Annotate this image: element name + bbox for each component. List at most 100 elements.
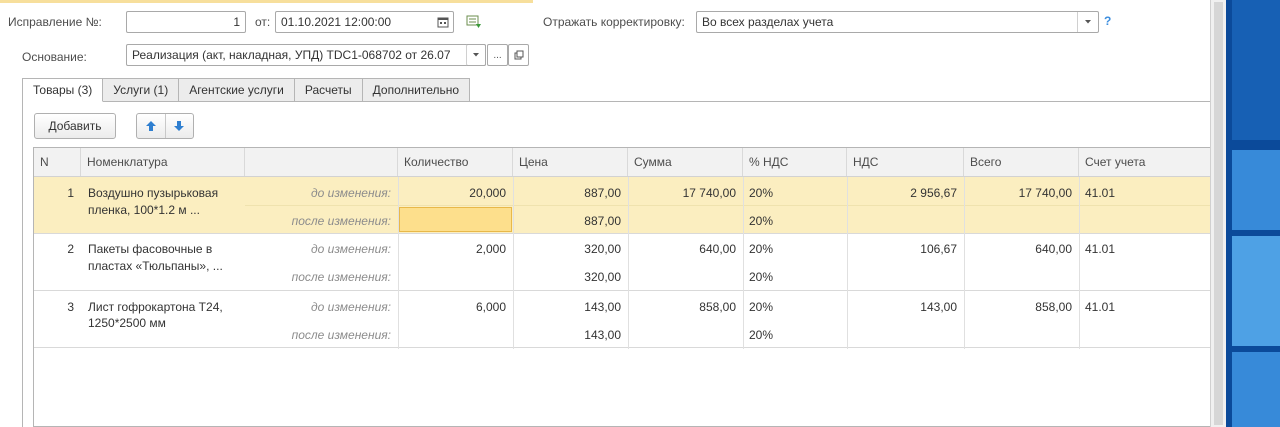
wallpaper-pane — [1232, 236, 1280, 346]
vat-before: 143,00 — [920, 300, 957, 314]
table-header: N Номенклатура Количество Цена Сумма % Н… — [34, 148, 1210, 177]
col-sum[interactable]: Сумма — [628, 148, 743, 176]
after-label: после изменения: — [291, 328, 391, 342]
total-before: 640,00 — [1035, 242, 1072, 256]
column-separator — [1079, 177, 1080, 349]
col-total[interactable]: Всего — [964, 148, 1079, 176]
col-account[interactable]: Счет учета — [1079, 148, 1210, 176]
row-number: 3 — [67, 300, 74, 314]
goods-table: N Номенклатура Количество Цена Сумма % Н… — [33, 147, 1210, 427]
reflect-correction-select[interactable]: Во всех разделах учета — [696, 11, 1099, 33]
vat-before: 106,67 — [920, 242, 957, 256]
wallpaper-pane — [1232, 150, 1280, 230]
qty-before: 20,000 — [469, 186, 506, 200]
sum-before: 640,00 — [699, 242, 736, 256]
after-label: после изменения: — [291, 214, 391, 228]
basis-value: Реализация (акт, накладная, УПД) TDC1-06… — [132, 48, 451, 62]
column-separator — [743, 177, 744, 349]
reflect-correction-value: Во всех разделах учета — [702, 15, 834, 29]
vat-rate-after: 20% — [749, 328, 774, 342]
table-row[interactable]: 2 Пакеты фасовочные в пластах «Тюльпаны»… — [34, 234, 1210, 291]
add-button[interactable]: Добавить — [34, 113, 116, 139]
tab-services[interactable]: Услуги (1) — [103, 78, 180, 102]
row-inner-divider — [245, 205, 1210, 206]
arrow-up-icon[interactable] — [137, 114, 166, 138]
total-before: 17 740,00 — [1018, 186, 1072, 200]
qty-before: 6,000 — [475, 300, 506, 314]
col-price[interactable]: Цена — [513, 148, 628, 176]
date-from-label: от: — [255, 15, 271, 29]
basis-label: Основание: — [22, 50, 87, 64]
total-before: 858,00 — [1035, 300, 1072, 314]
col-vat-rate[interactable]: % НДС — [743, 148, 847, 176]
table-row[interactable]: 1 Воздушно пузырьковая пленка, 100*1.2 м… — [34, 177, 1210, 234]
document-status-icon[interactable] — [466, 15, 482, 29]
tab-goods[interactable]: Товары (3) — [22, 78, 104, 102]
row-name-line1: Пакеты фасовочные в — [88, 242, 213, 256]
row-name-line2: 1250*2500 мм — [88, 316, 166, 330]
vertical-scrollbar[interactable] — [1210, 0, 1226, 427]
price-after: 143,00 — [584, 328, 621, 342]
move-buttons — [136, 113, 194, 139]
column-separator — [628, 177, 629, 349]
before-label: до изменения: — [311, 300, 391, 314]
row-name-line2: пленка, 100*1.2 м ... — [88, 203, 200, 217]
vat-rate-before: 20% — [749, 242, 774, 256]
dropdown-arrow-icon[interactable] — [1077, 12, 1097, 32]
scrollbar-track[interactable] — [1214, 2, 1223, 425]
column-separator — [964, 177, 965, 349]
basis-select-button[interactable]: ... — [487, 44, 508, 66]
price-after: 887,00 — [584, 214, 621, 228]
price-before: 887,00 — [584, 186, 621, 200]
qty-before: 2,000 — [475, 242, 506, 256]
col-quantity[interactable]: Количество — [398, 148, 513, 176]
wallpaper-pane — [1232, 352, 1280, 427]
vat-rate-after: 20% — [749, 214, 774, 228]
correction-number-label: Исправление №: — [8, 15, 102, 29]
date-value: 01.10.2021 12:00:00 — [281, 15, 392, 29]
col-nomenclature[interactable]: Номенклатура — [81, 148, 245, 176]
column-separator — [847, 177, 848, 349]
account-before: 41.01 — [1085, 300, 1116, 314]
vat-rate-after: 20% — [749, 270, 774, 284]
vat-before: 2 956,67 — [910, 186, 957, 200]
column-separator — [513, 177, 514, 349]
basis-field[interactable]: Реализация (акт, накладная, УПД) TDC1-06… — [126, 44, 486, 66]
date-field[interactable]: 01.10.2021 12:00:00 — [275, 11, 454, 33]
before-label: до изменения: — [311, 242, 391, 256]
qty-after-edit-field[interactable] — [399, 207, 512, 232]
help-icon[interactable]: ? — [1104, 14, 1111, 28]
basis-select-label: ... — [493, 49, 502, 61]
row-name-line1: Воздушно пузырьковая — [88, 186, 219, 200]
col-change-state[interactable] — [245, 148, 398, 176]
col-n[interactable]: N — [34, 148, 81, 176]
tab-additional[interactable]: Дополнительно — [362, 78, 471, 102]
row-number: 2 — [67, 242, 74, 256]
tab-baseline — [105, 101, 1210, 102]
sum-before: 17 740,00 — [682, 186, 736, 200]
price-after: 320,00 — [584, 270, 621, 284]
price-before: 143,00 — [584, 300, 621, 314]
arrow-down-icon[interactable] — [166, 114, 194, 138]
col-vat[interactable]: НДС — [847, 148, 964, 176]
sum-before: 858,00 — [699, 300, 736, 314]
row-name-line1: Лист гофрокартона Т24, — [88, 300, 223, 314]
row-name-line2: пластах «Тюльпаны», ... — [88, 259, 223, 273]
correction-number-field[interactable]: 1 — [126, 11, 246, 33]
tab-settlements[interactable]: Расчеты — [294, 78, 363, 102]
tab-bar: Товары (3) Услуги (1) Агентские услуги Р… — [22, 78, 471, 102]
document-form: Исправление №: 1 от: 01.10.2021 12:00:00… — [0, 0, 1210, 427]
vat-rate-before: 20% — [749, 300, 774, 314]
account-before: 41.01 — [1085, 186, 1116, 200]
table-row[interactable]: 3 Лист гофрокартона Т24, 1250*2500 мм до… — [34, 291, 1210, 348]
vat-rate-before: 20% — [749, 186, 774, 200]
tab-agent-services[interactable]: Агентские услуги — [179, 78, 295, 102]
calendar-icon[interactable] — [433, 12, 453, 32]
top-highlight-strip — [0, 0, 533, 3]
desktop-wallpaper — [1226, 0, 1280, 427]
before-label: до изменения: — [311, 186, 391, 200]
basis-dropdown-icon[interactable] — [466, 44, 486, 66]
open-basis-icon[interactable] — [508, 44, 529, 66]
wallpaper-pane — [1232, 0, 1280, 140]
price-before: 320,00 — [584, 242, 621, 256]
